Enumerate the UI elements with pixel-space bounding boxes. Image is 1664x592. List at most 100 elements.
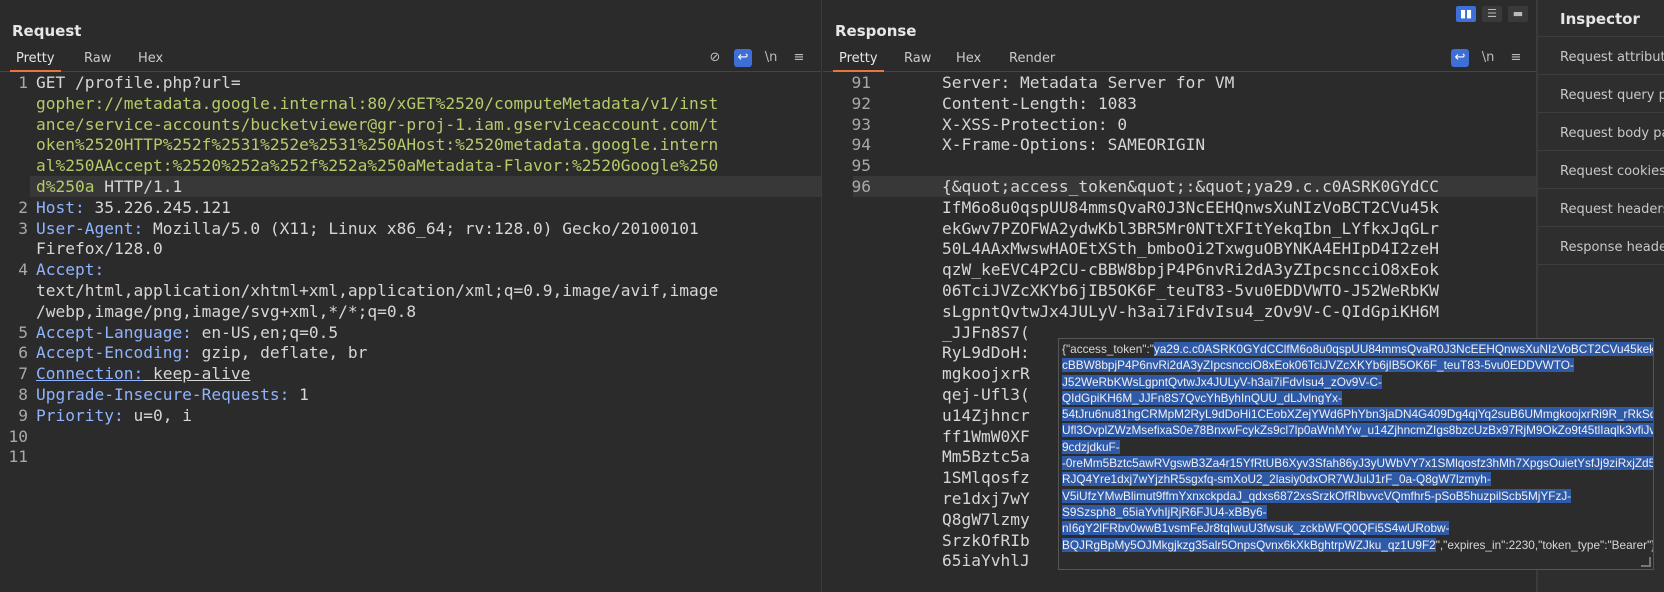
popup-prefix: {"access_token":" bbox=[1062, 342, 1154, 356]
layout-toggle-group: ▮▮ ☰ ▬ bbox=[1456, 6, 1532, 22]
line-number: 93 bbox=[851, 114, 872, 134]
inspector-request-query-params[interactable]: Request query param bbox=[1560, 88, 1664, 103]
request-newline-toggle[interactable]: \n bbox=[762, 49, 780, 67]
split-horizontal-icon[interactable]: ☰ bbox=[1482, 6, 1502, 22]
line-number: 1 bbox=[18, 73, 28, 92]
header-value: Mozilla/5.0 (X11; Linux x86_64; rv:128.0… bbox=[143, 218, 699, 238]
inspector-request-body-params[interactable]: Request body param bbox=[1560, 126, 1664, 141]
response-line-text: re1dxj7wY bbox=[903, 489, 1030, 508]
response-line-text: X-Frame-Options: SAMEORIGIN bbox=[903, 135, 1206, 155]
response-line-text: Q8gW7lzmy bbox=[903, 509, 1030, 529]
inspector-divider bbox=[1538, 188, 1664, 189]
response-title: Response bbox=[835, 22, 917, 40]
inspector-request-cookies[interactable]: Request cookies bbox=[1560, 164, 1664, 179]
request-editor[interactable]: 1 GET /profile.php?url= gopher://metadata.… bbox=[0, 72, 821, 592]
header-value: u=0, i bbox=[123, 405, 192, 425]
header-name: Priority: bbox=[36, 405, 124, 425]
request-line-text: gopher://metadata.google.internal:80/xGE… bbox=[36, 93, 718, 115]
header-value-continued: /webp,image/png,image/svg+xml,*/*;q=0.8 bbox=[36, 301, 417, 321]
request-url-param: oken%2520HTTP%252f%2531%252e%2531%250AHo… bbox=[36, 135, 719, 155]
header-value-continued: text/html,application/xhtml+xml,applicat… bbox=[36, 281, 719, 300]
inspector-divider bbox=[1538, 112, 1664, 113]
header-value: gzip, deflate, br bbox=[191, 343, 368, 363]
response-line-text: Server: Metadata Server for VM bbox=[903, 73, 1235, 92]
inspector-request-headers[interactable]: Request headers bbox=[1560, 202, 1664, 217]
response-line-text: 65iaYvhlJ bbox=[903, 551, 1030, 571]
request-menu-icon[interactable]: ≡ bbox=[790, 49, 808, 67]
line-number: 5 bbox=[18, 322, 28, 342]
response-line-text: Mm5Bztc5a bbox=[903, 447, 1030, 467]
line-number: 95 bbox=[851, 156, 872, 176]
request-http-version: HTTP/1.1 bbox=[94, 177, 183, 196]
inspector-response-headers[interactable]: Response headers bbox=[1560, 240, 1664, 255]
response-line-text: 1SMlqosfz bbox=[903, 468, 1030, 488]
header-line: Accept-Encoding: gzip, deflate, br bbox=[36, 342, 367, 364]
request-url-param: gopher://metadata.google.internal:80/xGE… bbox=[36, 93, 719, 113]
response-line-text: 50L4AAxMwswHAOEtXSth_bmboOi2TxwguOBYNKA4… bbox=[903, 239, 1440, 259]
decoded-value-popup[interactable]: {"access_token":"ya29.c.c0ASRK0GYdCClfM6… bbox=[1058, 338, 1654, 570]
header-line: Connection: keep-alive bbox=[36, 363, 250, 385]
header-line: Upgrade-Insecure-Requests: 1 bbox=[36, 384, 309, 406]
resize-grip-icon[interactable] bbox=[1641, 557, 1651, 567]
inspector-divider bbox=[1538, 74, 1664, 75]
response-tab-raw[interactable]: Raw bbox=[898, 50, 937, 72]
line-number: 92 bbox=[851, 93, 872, 113]
line-number: 8 bbox=[18, 385, 28, 404]
response-line-text: Content-Length: 1083 bbox=[903, 93, 1137, 113]
response-tabs: Pretty Raw Hex Render bbox=[823, 48, 1536, 72]
request-tab-pretty[interactable]: Pretty bbox=[10, 50, 61, 72]
header-value: keep-alive bbox=[143, 364, 251, 384]
response-tab-hex[interactable]: Hex bbox=[950, 50, 987, 72]
line-number: 4 bbox=[18, 260, 28, 280]
response-line-text: u14Zjhncr bbox=[903, 405, 1030, 425]
header-name: Accept-Encoding: bbox=[36, 343, 192, 363]
response-newline-toggle[interactable]: \n bbox=[1479, 49, 1497, 67]
header-line: Accept-Language: en-US,en;q=0.5 bbox=[36, 322, 338, 344]
response-line-text: sLgpntQvtwJx4JULyV-h3ai7iFdvIsu4_zOv9V-C… bbox=[903, 301, 1440, 321]
line-number: 9 bbox=[18, 405, 28, 425]
response-tab-pretty[interactable]: Pretty bbox=[833, 50, 884, 72]
header-name: Accept: bbox=[36, 260, 105, 280]
request-url-param: ance/service-accounts/bucketviewer@gr-pr… bbox=[36, 114, 719, 134]
response-menu-icon[interactable]: ≡ bbox=[1507, 49, 1525, 67]
request-tabs: Pretty Raw Hex bbox=[0, 48, 821, 72]
header-value: 35.226.245.121 bbox=[84, 197, 231, 217]
header-name: User-Agent: bbox=[36, 218, 144, 238]
request-line-text: d%250a HTTP/1.1 bbox=[36, 176, 182, 198]
response-line-text: mgkoojxrR bbox=[903, 364, 1030, 384]
request-wrap-icon[interactable]: ↩ bbox=[734, 49, 752, 67]
hide-nonprintable-eye-off-icon[interactable]: ⊘ bbox=[706, 49, 724, 67]
inspector-divider bbox=[1538, 36, 1664, 37]
header-name: Upgrade-Insecure-Requests: bbox=[36, 385, 290, 404]
inspector-title: Inspector bbox=[1560, 10, 1640, 28]
response-wrap-icon[interactable]: ↩ bbox=[1451, 49, 1469, 67]
request-tab-hex[interactable]: Hex bbox=[132, 50, 169, 72]
response-line-text: X-XSS-Protection: 0 bbox=[903, 114, 1128, 134]
request-line-text: al%250AAccept:%2520%252a%252f%252a%250aM… bbox=[36, 155, 718, 177]
request-tab-raw[interactable]: Raw bbox=[78, 50, 117, 72]
single-pane-icon[interactable]: ▬ bbox=[1508, 6, 1528, 22]
header-line: Host: 35.226.245.121 bbox=[36, 197, 231, 219]
line-number: 7 bbox=[18, 364, 28, 384]
response-line-text: 06TciJVZcXKYb6jIB5OK6F_teuT83-5vu0EDDVWT… bbox=[903, 281, 1440, 300]
line-number: 91 bbox=[851, 73, 872, 92]
request-line-text: ance/service-accounts/bucketviewer@gr-pr… bbox=[36, 114, 718, 136]
request-line-method: GET /profile.php?url= bbox=[36, 73, 241, 92]
response-line-text: {&quot;access_token&quot;:&quot;ya29.c.c… bbox=[903, 177, 1440, 196]
response-tab-render[interactable]: Render bbox=[1003, 50, 1061, 72]
line-number: 94 bbox=[851, 135, 872, 155]
response-line-text: IfM6o8u0qspUU84mmsQvaR0J3NcEEHQnwsXuNIzV… bbox=[903, 197, 1440, 217]
popup-selected-token[interactable]: ya29.c.c0ASRK0GYdCClfM6o8u0qspUU84mmsQva… bbox=[1062, 342, 1653, 552]
request-line-text: GET /profile.php?url= bbox=[36, 72, 241, 94]
inspector-divider bbox=[1538, 150, 1664, 151]
line-number: 96 bbox=[851, 177, 872, 196]
header-name: Connection: bbox=[36, 364, 144, 384]
response-line-text: qzW_keEVC4P2CU-cBBW8bpjP4P6nvRi2dA3yZIpc… bbox=[903, 260, 1440, 280]
line-number: 6 bbox=[18, 343, 28, 363]
header-name: Accept-Language: bbox=[36, 322, 192, 342]
line-number: 2 bbox=[18, 197, 28, 217]
inspector-request-attributes[interactable]: Request attributes bbox=[1560, 50, 1664, 65]
request-url-param: d%250a bbox=[36, 177, 95, 196]
header-name: Host: bbox=[36, 197, 85, 217]
split-vertical-icon[interactable]: ▮▮ bbox=[1456, 6, 1476, 22]
